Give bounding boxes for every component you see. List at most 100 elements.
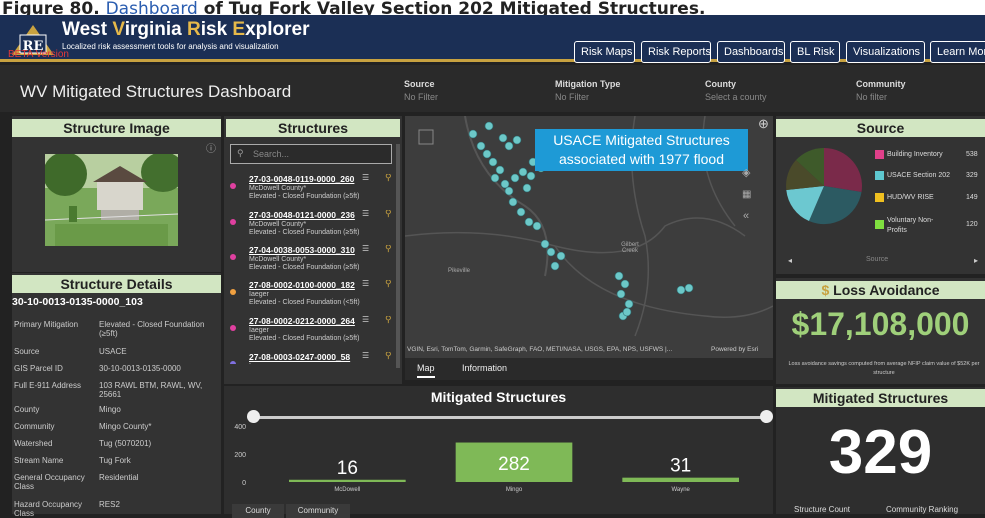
detail-row: GIS Parcel ID 30-10-0013-0135-0000 — [14, 364, 181, 373]
legend-count: 329 — [966, 172, 978, 179]
structure-name[interactable]: 27-03-0048-0119-0000_260 — [249, 174, 354, 184]
zoom-to-icon[interactable]: ⚲ — [385, 280, 392, 289]
loss-avoidance-panel: $ Loss Avoidance $17,108,000 Loss avoida… — [776, 278, 985, 384]
nav-dashboards[interactable]: Dashboards — [717, 41, 785, 63]
filter-source[interactable]: Source No Filter — [404, 79, 438, 102]
list-details-icon[interactable]: ☰ — [362, 210, 369, 218]
structure-type: Elevated - Closed Foundation (≥5ft) — [249, 335, 360, 342]
mitigated-count-panel: Mitigated Structures 329 Structure Count… — [776, 387, 985, 514]
bar-value-label: 282 — [498, 454, 530, 475]
tab-structure-count[interactable]: Structure Count — [794, 505, 850, 514]
legend-label: USACE Section 202 — [887, 172, 951, 179]
powered-by-esri[interactable]: Powered by Esri — [711, 346, 758, 353]
loss-note: Loss avoidance savings computed from ave… — [788, 361, 980, 376]
tab-community-ranking[interactable]: Community Ranking — [886, 505, 958, 514]
app-subtitle: Localized risk assessment tools for anal… — [62, 42, 279, 51]
list-item[interactable]: 27-04-0038-0053-0000_310 McDowell County*… — [227, 245, 397, 277]
dashboard-title: WV Mitigated Structures Dashboard — [20, 82, 292, 101]
dollar-icon: $ — [821, 282, 830, 298]
detail-row: Stream Name Tug Fork — [14, 456, 131, 465]
list-details-icon[interactable]: ☰ — [362, 316, 369, 324]
status-dot-icon — [230, 183, 236, 189]
structure-name[interactable]: 27-08-0003-0247-0000_58 — [249, 352, 350, 362]
zoom-to-icon[interactable]: ⚲ — [385, 174, 392, 183]
map-zoom-icon[interactable]: ⊕ — [758, 116, 769, 132]
bar-chart: 0 200 400 16 McDowell 282 Mingo 31 Wayne — [234, 424, 739, 493]
detail-row: Community Mingo County* — [14, 422, 152, 431]
y-tick-label: 200 — [234, 452, 246, 459]
legend-swatch — [875, 220, 884, 229]
layers-icon[interactable]: ◈ — [742, 166, 750, 179]
status-dot-icon — [230, 219, 236, 225]
list-item[interactable]: 27-08-0002-0100-0000_182 Iaeger Elevated -… — [227, 280, 397, 312]
search-placeholder: Search... — [253, 149, 290, 159]
collapse-icon[interactable]: « — [743, 210, 749, 222]
structure-name[interactable]: 27-03-0048-0121-0000_236 — [249, 210, 355, 220]
basemap-icon[interactable]: ▦ — [742, 189, 751, 200]
status-dot-icon — [230, 289, 236, 295]
structure-type: Elevated - Closed Foundation (<5ft) — [249, 299, 360, 306]
nav-risk-reports[interactable]: Risk Reports — [641, 41, 711, 63]
list-details-icon[interactable]: ☰ — [362, 280, 369, 288]
detail-row: Watershed Tug (5070201) — [14, 439, 152, 448]
pie-prev-icon[interactable]: ◂ — [788, 256, 792, 265]
structure-name[interactable]: 27-08-0002-0100-0000_182 — [249, 280, 355, 290]
tab-information[interactable]: Information — [462, 363, 507, 373]
tab-county[interactable]: County — [232, 504, 284, 518]
zoom-to-icon[interactable]: ⚲ — [385, 210, 392, 219]
map-place-pikeville: Pikeville — [448, 268, 471, 274]
filter-county[interactable]: County Select a county — [705, 79, 767, 102]
list-item[interactable]: 27-08-0003-0247-0000_58Iaeger ☰ ⚲ — [227, 352, 397, 364]
info-icon[interactable]: ⓘ — [206, 140, 216, 155]
source-title: Source — [776, 119, 985, 137]
search-input[interactable]: ⚲ Search... — [230, 144, 392, 164]
detail-row: General Occupancy Class Residential — [14, 473, 139, 491]
detail-row: Primary Mitigation Elevated - Closed Foun… — [14, 320, 205, 338]
list-item[interactable]: 27-03-0048-0121-0000_236 McDowell County*… — [227, 210, 397, 242]
filter-community[interactable]: Community No filter — [856, 79, 906, 102]
zoom-to-icon[interactable]: ⚲ — [385, 245, 392, 254]
nav-learn-more[interactable]: Learn More — [930, 41, 985, 63]
status-dot-icon — [230, 254, 236, 260]
list-item[interactable]: 27-03-0048-0119-0000_260 McDowell County*… — [227, 174, 397, 206]
category-label: McDowell — [334, 487, 360, 493]
category-label: Mingo — [506, 487, 523, 493]
structure-name[interactable]: 27-04-0038-0053-0000_310 — [249, 245, 355, 255]
source-footer: Source — [866, 256, 889, 263]
structure-image-title: Structure Image — [12, 119, 221, 137]
map-panel[interactable]: USACE Mitigated Structures associated wi… — [405, 116, 773, 380]
list-details-icon[interactable]: ☰ — [362, 245, 369, 253]
structure-photo — [45, 154, 178, 246]
structure-county: McDowell County* — [249, 185, 307, 192]
zoom-to-icon[interactable]: ⚲ — [385, 352, 392, 361]
filter-mitigation-type[interactable]: Mitigation Type No Filter — [555, 79, 620, 102]
zoom-to-icon[interactable]: ⚲ — [385, 316, 392, 325]
structure-county: Iaeger — [249, 363, 269, 364]
nav-bl-risk[interactable]: BL Risk — [790, 41, 840, 63]
mitigated-count-title: Mitigated Structures — [776, 389, 985, 407]
loss-value: $17,108,000 — [791, 306, 970, 342]
structures-title: Structures — [226, 119, 400, 137]
structure-type: Elevated - Closed Foundation (≥5ft) — [249, 229, 360, 236]
bar[interactable] — [622, 477, 739, 482]
bar[interactable] — [289, 479, 406, 482]
legend-swatch — [875, 150, 884, 159]
map-attribution: VGIN, Esri, TomTom, Garmin, SafeGraph, F… — [407, 346, 673, 353]
structure-type: Elevated - Closed Foundation (≥5ft) — [249, 264, 360, 271]
list-details-icon[interactable]: ☰ — [362, 352, 369, 360]
tab-map[interactable]: Map — [417, 363, 435, 378]
structure-county: Iaeger — [249, 327, 269, 334]
bar-value-label: 31 — [670, 456, 691, 477]
list-details-icon[interactable]: ☰ — [362, 174, 369, 182]
structure-county: McDowell County* — [249, 256, 307, 263]
nav-risk-maps[interactable]: Risk Maps — [574, 41, 635, 63]
legend-swatch — [875, 193, 884, 202]
status-dot-icon — [230, 361, 236, 364]
nav-visualizations[interactable]: Visualizations — [846, 41, 925, 63]
source-pie-chart — [786, 147, 862, 225]
tab-community[interactable]: Community — [286, 504, 350, 518]
loss-title: $ Loss Avoidance — [776, 281, 985, 299]
pie-next-icon[interactable]: ▸ — [974, 256, 978, 265]
structure-name[interactable]: 27-08-0002-0212-0000_264 — [249, 316, 355, 326]
list-item[interactable]: 27-08-0002-0212-0000_264 Iaeger Elevated -… — [227, 316, 397, 348]
